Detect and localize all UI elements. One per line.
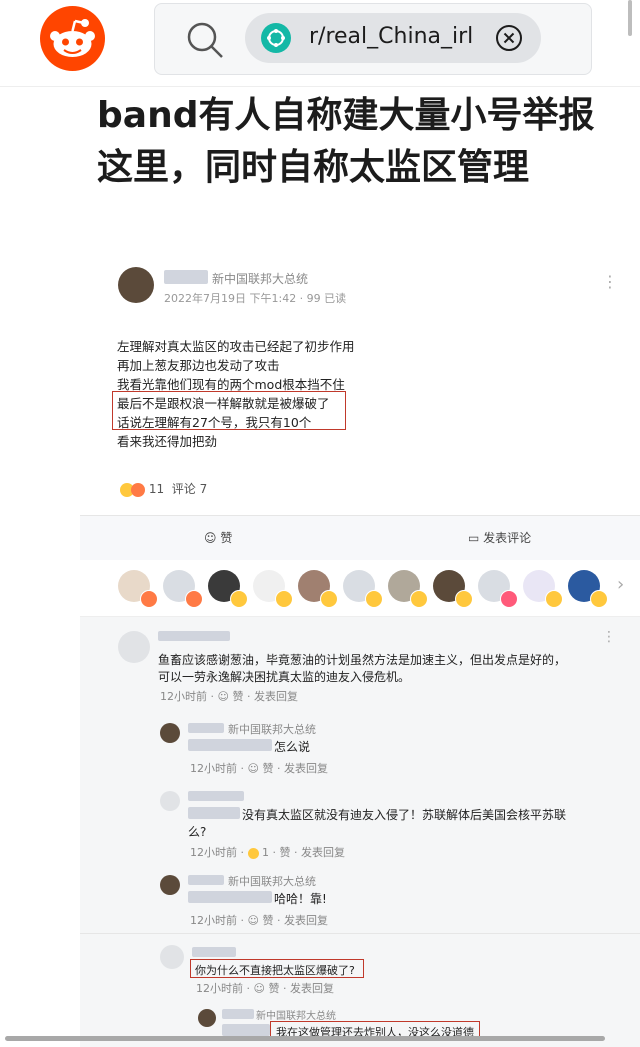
reply-author: 新中国联邦大总统 xyxy=(228,875,316,888)
comment-text: 哈哈！靠! xyxy=(274,892,327,906)
redacted-name xyxy=(164,270,208,284)
horizontal-scrollbar[interactable] xyxy=(5,1036,605,1041)
close-icon[interactable] xyxy=(495,24,523,52)
comment-meta: 12小时前 · ☺ 赞 · 发表回复 xyxy=(160,690,298,703)
reaction-count: 11 xyxy=(148,482,165,496)
vertical-scrollbar[interactable] xyxy=(628,0,632,36)
redacted-name xyxy=(192,947,236,957)
search-bar[interactable]: r/real_China_irl xyxy=(154,3,592,75)
more-icon: ⋮ xyxy=(602,629,616,645)
redacted-mention xyxy=(188,891,272,903)
redacted-mention xyxy=(188,739,272,751)
like-label: 赞 xyxy=(220,531,233,545)
action-bar: ☺ 赞 ▭ 发表评论 xyxy=(80,515,640,561)
search-icon[interactable] xyxy=(185,20,225,64)
laugh-emoji-icon xyxy=(247,847,259,859)
angry-emoji-icon xyxy=(185,590,203,608)
comment-button[interactable]: ▭ 发表评论 xyxy=(468,529,531,546)
comments-section: ⋮ 鱼畜应该感谢葱油，毕竟葱油的计划虽然方法是加速主义，但出发点是好的， 可以一… xyxy=(80,617,640,1047)
author-name: 新中国联邦大总统 xyxy=(212,272,309,286)
reactor-list: › xyxy=(80,560,640,617)
more-icon: ⋮ xyxy=(602,272,618,291)
redacted-name xyxy=(188,723,224,733)
comment-actions[interactable]: · 赞 · 发表回复 xyxy=(273,846,345,859)
reply-avatar xyxy=(160,723,180,743)
like-count: 1 xyxy=(262,846,269,859)
post-meta: 2022年7月19日 下午1:42 · 99 已读 xyxy=(164,292,347,305)
comment-avatar xyxy=(118,631,150,663)
comment-text: 鱼畜应该感谢葱油，毕竟葱油的计划虽然方法是加速主义，但出发点是好的， xyxy=(158,653,567,667)
reply-avatar xyxy=(160,945,184,969)
surprised-emoji-icon xyxy=(545,590,563,608)
redacted-mention xyxy=(222,1024,270,1036)
laugh-emoji-icon xyxy=(275,590,293,608)
body-line: 看来我还得加把劲 xyxy=(117,434,218,449)
post-title[interactable]: band有人自称建大量小号举报这里，同时自称太监区管理 xyxy=(97,90,597,194)
comment-count: 评论 7 xyxy=(171,482,208,496)
divider xyxy=(80,933,640,934)
redacted-name xyxy=(188,875,224,885)
comment-label: 发表评论 xyxy=(483,531,532,545)
redacted-mention xyxy=(188,807,240,819)
top-bar: r/real_China_irl xyxy=(0,0,640,87)
laugh-emoji-icon xyxy=(410,590,428,608)
subreddit-chip[interactable]: r/real_China_irl xyxy=(245,13,541,63)
redacted-name xyxy=(222,1009,254,1019)
comment-text: 怎么说 xyxy=(274,740,311,754)
reply-avatar xyxy=(198,1009,216,1027)
laugh-emoji-icon xyxy=(320,590,338,608)
angry-emoji-icon xyxy=(131,482,145,497)
comment-meta: 12小时前 · ☺ 赞 · 发表回复 xyxy=(190,762,328,775)
subreddit-icon xyxy=(261,23,291,53)
reply-author: 新中国联邦大总统 xyxy=(256,1011,336,1022)
laugh-emoji-icon xyxy=(365,590,383,608)
redacted-name xyxy=(158,631,230,641)
laugh-emoji-icon xyxy=(590,590,608,608)
comment-text: 么? xyxy=(188,825,207,839)
reply-author: 新中国联邦大总统 xyxy=(228,723,316,736)
chevron-right-icon[interactable]: › xyxy=(617,574,624,595)
like-button[interactable]: ☺ 赞 xyxy=(204,529,232,546)
highlight-box xyxy=(112,391,346,430)
comment-time: 12小时前 xyxy=(190,846,237,859)
author-avatar xyxy=(118,267,154,303)
comment-meta: 12小时前 · 1 · 赞 · 发表回复 xyxy=(190,846,345,859)
reply-avatar xyxy=(160,875,180,895)
comment-text: 没有真太监区就没有迪友入侵了！苏联解体后美国会核平苏联 xyxy=(242,808,567,822)
comment-meta: 12小时前 · ☺ 赞 · 发表回复 xyxy=(196,982,334,995)
laugh-emoji-icon xyxy=(230,590,248,608)
comment-meta: 12小时前 · ☺ 赞 · 发表回复 xyxy=(190,914,328,927)
comment-text: 可以一劳永逸解决困扰真太监的迪友入侵危机。 xyxy=(158,670,411,684)
reply-avatar xyxy=(160,791,180,811)
highlight-box xyxy=(190,959,364,978)
subreddit-name: r/real_China_irl xyxy=(309,24,474,49)
redacted-name xyxy=(188,791,244,801)
laugh-emoji-icon xyxy=(455,590,473,608)
reaction-summary: 11 评论 7 xyxy=(120,480,207,497)
post-image[interactable]: 新中国联邦大总统 2022年7月19日 下午1:42 · 99 已读 ⋮ 左理解… xyxy=(80,250,640,1047)
body-line: 再加上葱友那边也发动了攻击 xyxy=(117,358,280,373)
body-line: 左理解对真太监区的攻击已经起了初步作用 xyxy=(117,339,355,354)
heart-eyes-emoji-icon xyxy=(500,590,518,608)
angry-emoji-icon xyxy=(140,590,158,608)
reddit-logo-icon[interactable] xyxy=(40,6,105,71)
